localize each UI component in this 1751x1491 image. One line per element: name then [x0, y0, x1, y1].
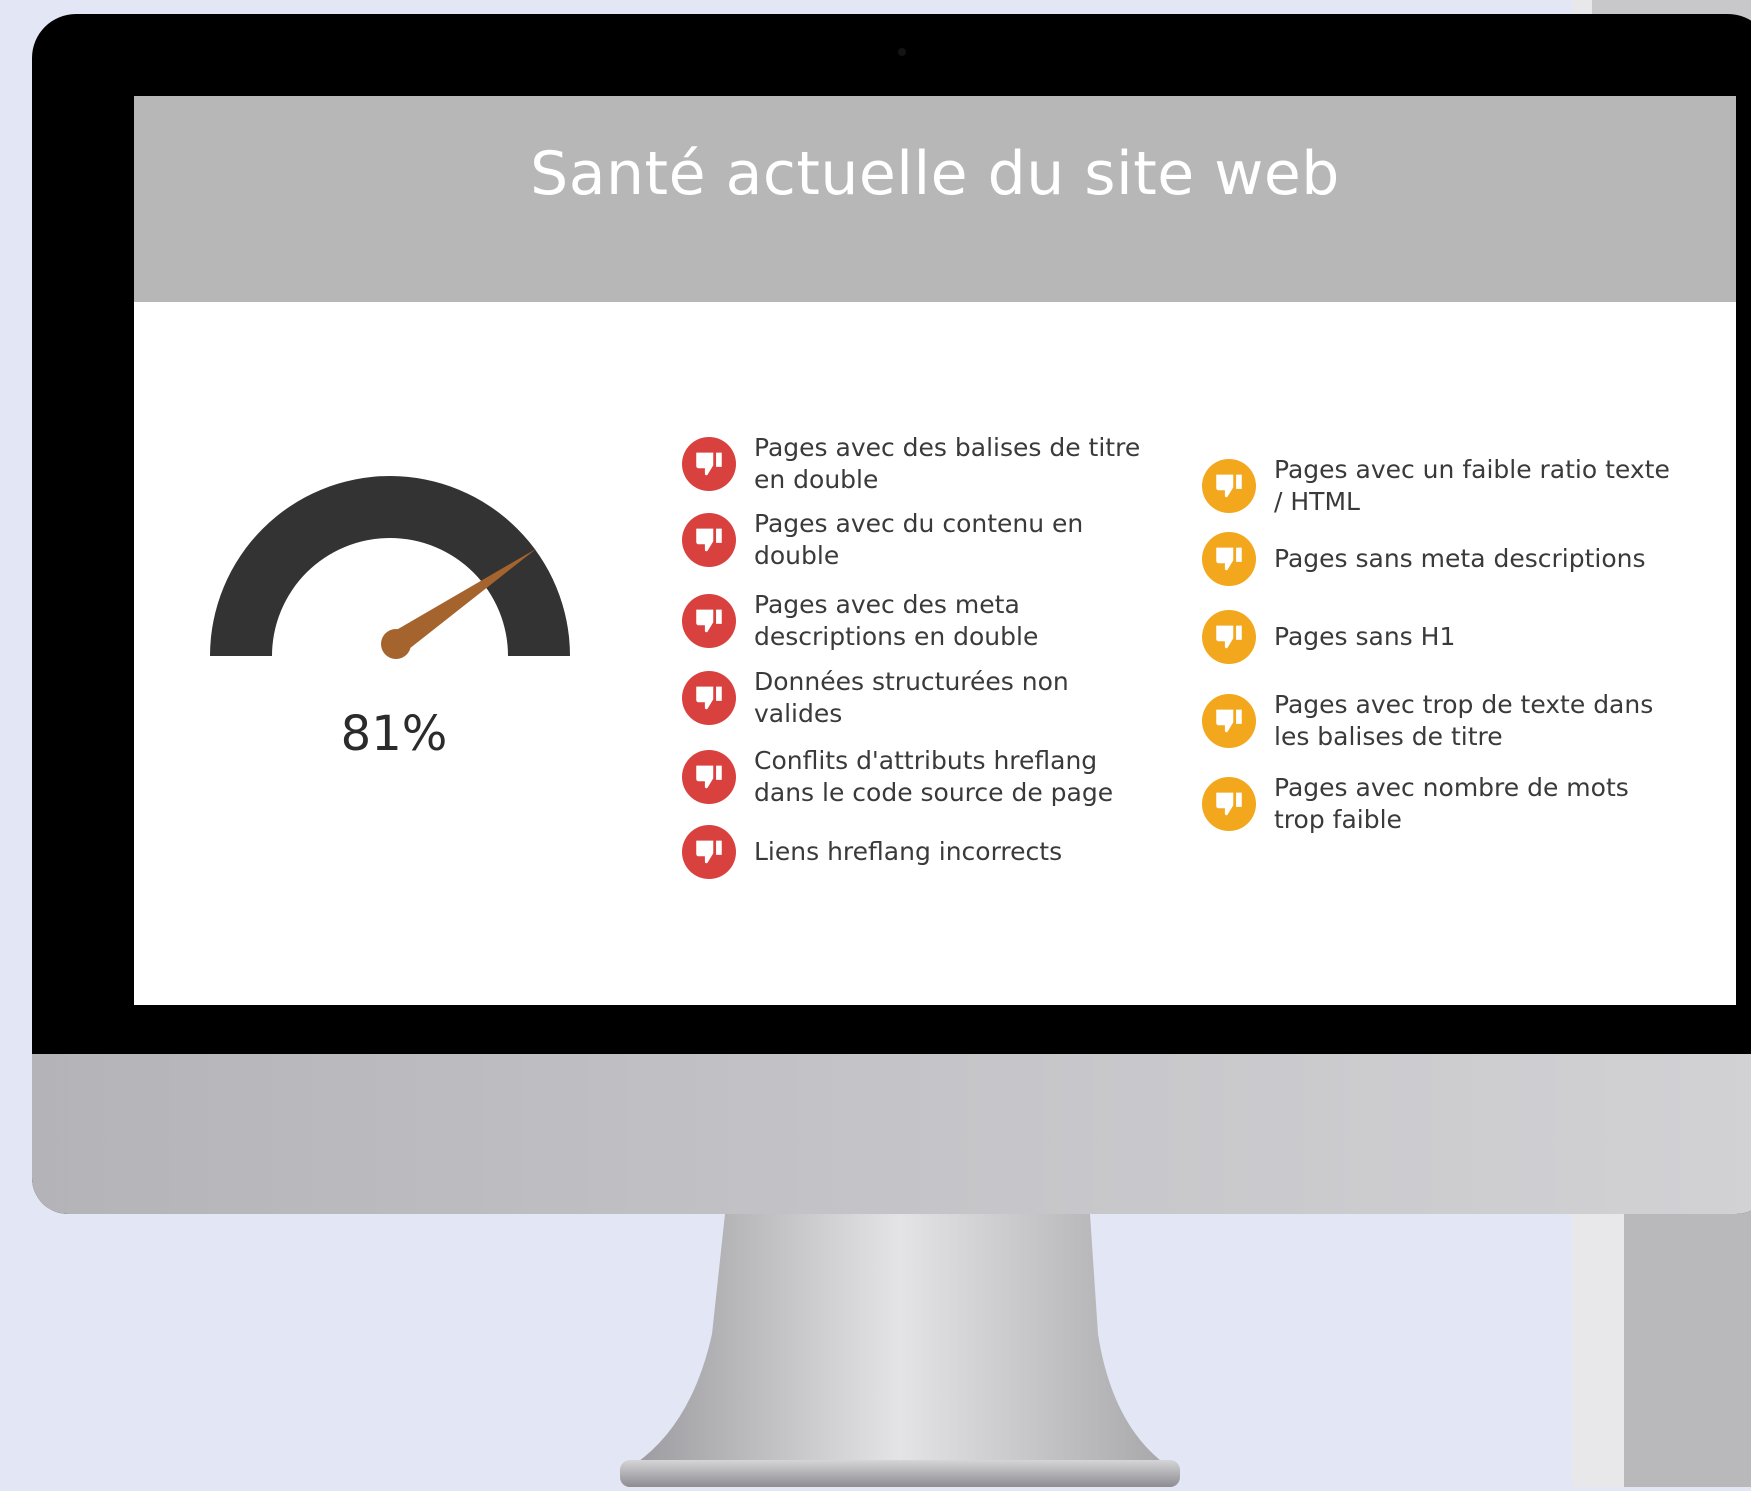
- issue-label: Pages avec nombre de mots trop faible: [1274, 773, 1629, 834]
- issue-label: Données structurées non valides: [754, 667, 1069, 728]
- thumbs-down-icon: [682, 825, 736, 879]
- monitor-stand: [620, 1214, 1180, 1487]
- issue-label: Pages avec des balises de titre en doubl…: [754, 433, 1141, 494]
- health-gauge: [210, 476, 570, 659]
- health-score: 81%: [340, 706, 448, 762]
- thumbs-down-icon: [682, 513, 736, 567]
- issue-item: Pages avec trop de texte dans les balise…: [1202, 689, 1674, 753]
- issue-label: Pages sans meta descriptions: [1274, 544, 1646, 573]
- gauge-needle-hub: [381, 629, 411, 659]
- monitor-chin: [32, 1054, 1751, 1214]
- issue-item: Pages avec un faible ratio texte / HTML: [1202, 454, 1674, 518]
- thumbs-down-icon: [1202, 777, 1256, 831]
- thumbs-down-icon: [1202, 694, 1256, 748]
- issue-item: Liens hreflang incorrects: [682, 825, 1154, 879]
- issue-item: Données structurées non valides: [682, 666, 1154, 730]
- background-device-panel: [1624, 1200, 1751, 1487]
- issue-label: Pages avec des meta descriptions en doub…: [754, 590, 1039, 651]
- issue-item: Pages avec des balises de titre en doubl…: [682, 432, 1154, 496]
- issue-label: Pages avec trop de texte dans les balise…: [1274, 690, 1654, 751]
- thumbs-down-icon: [682, 594, 736, 648]
- issue-item: Pages avec des meta descriptions en doub…: [682, 589, 1154, 653]
- issue-label: Pages avec un faible ratio texte / HTML: [1274, 455, 1670, 516]
- thumbs-down-icon: [682, 671, 736, 725]
- thumbs-down-icon: [1202, 532, 1256, 586]
- thumbs-down-icon: [1202, 459, 1256, 513]
- thumbs-down-icon: [682, 437, 736, 491]
- issue-label: Pages sans H1: [1274, 622, 1456, 651]
- screen: Santé actuelle du site web 81% Pages ave…: [134, 96, 1736, 1005]
- issue-item: Pages sans meta descriptions: [1202, 532, 1674, 586]
- issue-item: Pages avec du contenu en double: [682, 508, 1154, 572]
- thumbs-down-icon: [1202, 610, 1256, 664]
- gauge-arc: [210, 476, 570, 656]
- issue-label: Liens hreflang incorrects: [754, 837, 1063, 866]
- issue-item: Pages avec nombre de mots trop faible: [1202, 772, 1674, 836]
- issue-label: Conflits d'attributs hreflang dans le co…: [754, 746, 1114, 807]
- issue-label: Pages avec du contenu en double: [754, 509, 1084, 570]
- screen-header: Santé actuelle du site web: [134, 96, 1736, 302]
- thumbs-down-icon: [682, 750, 736, 804]
- issue-item: Conflits d'attributs hreflang dans le co…: [682, 745, 1154, 809]
- camera: [898, 48, 906, 56]
- page-title: Santé actuelle du site web: [530, 138, 1340, 209]
- issue-item: Pages sans H1: [1202, 610, 1674, 664]
- monitor: Santé actuelle du site web 81% Pages ave…: [32, 14, 1751, 1214]
